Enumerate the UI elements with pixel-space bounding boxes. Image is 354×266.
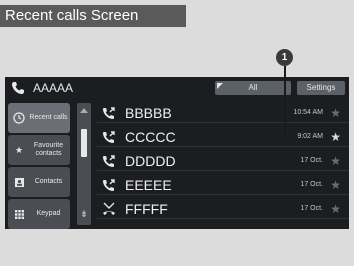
call-time: 9:02 AM — [297, 133, 323, 140]
outgoing-call-icon — [103, 155, 115, 167]
star-icon: ★ — [14, 144, 24, 155]
favourite-star-icon[interactable]: ★ — [330, 130, 341, 144]
call-list-item[interactable]: DDDDD 17 Oct. ★ — [97, 151, 349, 171]
call-list-item[interactable]: EEEEE 17 Oct. ★ — [97, 175, 349, 195]
scroll-thumb[interactable] — [81, 129, 87, 157]
call-time: 10:54 AM — [293, 109, 323, 116]
menu-item-keypad[interactable]: Keypad — [8, 199, 70, 229]
tab-all[interactable]: All — [215, 81, 291, 95]
scrollbar[interactable]: ⇟ — [77, 103, 91, 225]
menu-label: Recent calls — [29, 114, 68, 121]
header-bar: AAAAA All Settings — [5, 77, 349, 99]
device-name: AAAAA — [33, 81, 74, 95]
scroll-down-icon[interactable]: ⇟ — [79, 209, 89, 219]
caller-name: DDDDD — [125, 153, 176, 169]
phone-icon — [12, 82, 24, 94]
missed-call-icon — [103, 202, 115, 215]
page-title: Recent calls Screen — [0, 5, 186, 27]
outgoing-call-icon — [103, 131, 115, 143]
menu-label: Favourite contacts — [33, 142, 64, 157]
call-time: 17 Oct. — [300, 205, 323, 212]
recent-calls-list: BBBBB 10:54 AM ★ CCCCC 9:02 AM ★ DDDDD 1… — [97, 103, 349, 223]
menu-item-favourite-contacts[interactable]: ★ Favourite contacts — [8, 135, 70, 165]
menu-item-contacts[interactable]: Contacts — [8, 167, 70, 197]
caller-name: EEEEE — [125, 177, 172, 193]
outgoing-call-icon — [103, 107, 115, 119]
settings-label: Settings — [306, 83, 336, 92]
favourite-star-icon[interactable]: ★ — [330, 106, 341, 120]
call-time: 17 Oct. — [300, 181, 323, 188]
corner-arrow-icon — [217, 83, 223, 89]
side-menu: Recent calls ★ Favourite contacts Contac… — [8, 103, 70, 229]
call-list-item[interactable]: FFFFF 17 Oct. ★ — [97, 199, 349, 219]
favourite-star-icon[interactable]: ★ — [330, 154, 341, 168]
caller-name: FFFFF — [125, 201, 168, 217]
keypad-icon — [12, 207, 26, 221]
scroll-up-icon[interactable] — [80, 108, 88, 113]
menu-label: Keypad — [36, 210, 61, 217]
favourite-star-icon[interactable]: ★ — [330, 202, 341, 216]
caller-name: BBBBB — [125, 105, 172, 121]
callout-line — [284, 66, 286, 136]
phone-screen: AAAAA All Settings Recent calls ★ Favour… — [5, 77, 349, 229]
menu-item-recent-calls[interactable]: Recent calls — [8, 103, 70, 133]
call-list-item[interactable]: BBBBB 10:54 AM ★ — [97, 103, 349, 123]
recent-calls-icon — [12, 111, 26, 125]
contacts-icon — [12, 175, 26, 189]
outgoing-call-icon — [103, 179, 115, 191]
call-time: 17 Oct. — [300, 157, 323, 164]
tab-all-label: All — [248, 83, 258, 92]
caller-name: CCCCC — [125, 129, 176, 145]
menu-label: Contacts — [34, 178, 63, 185]
favourite-star-icon[interactable]: ★ — [330, 178, 341, 192]
call-list-item[interactable]: CCCCC 9:02 AM ★ — [97, 127, 349, 147]
settings-button[interactable]: Settings — [297, 81, 345, 95]
callout-marker: 1 — [276, 49, 293, 66]
